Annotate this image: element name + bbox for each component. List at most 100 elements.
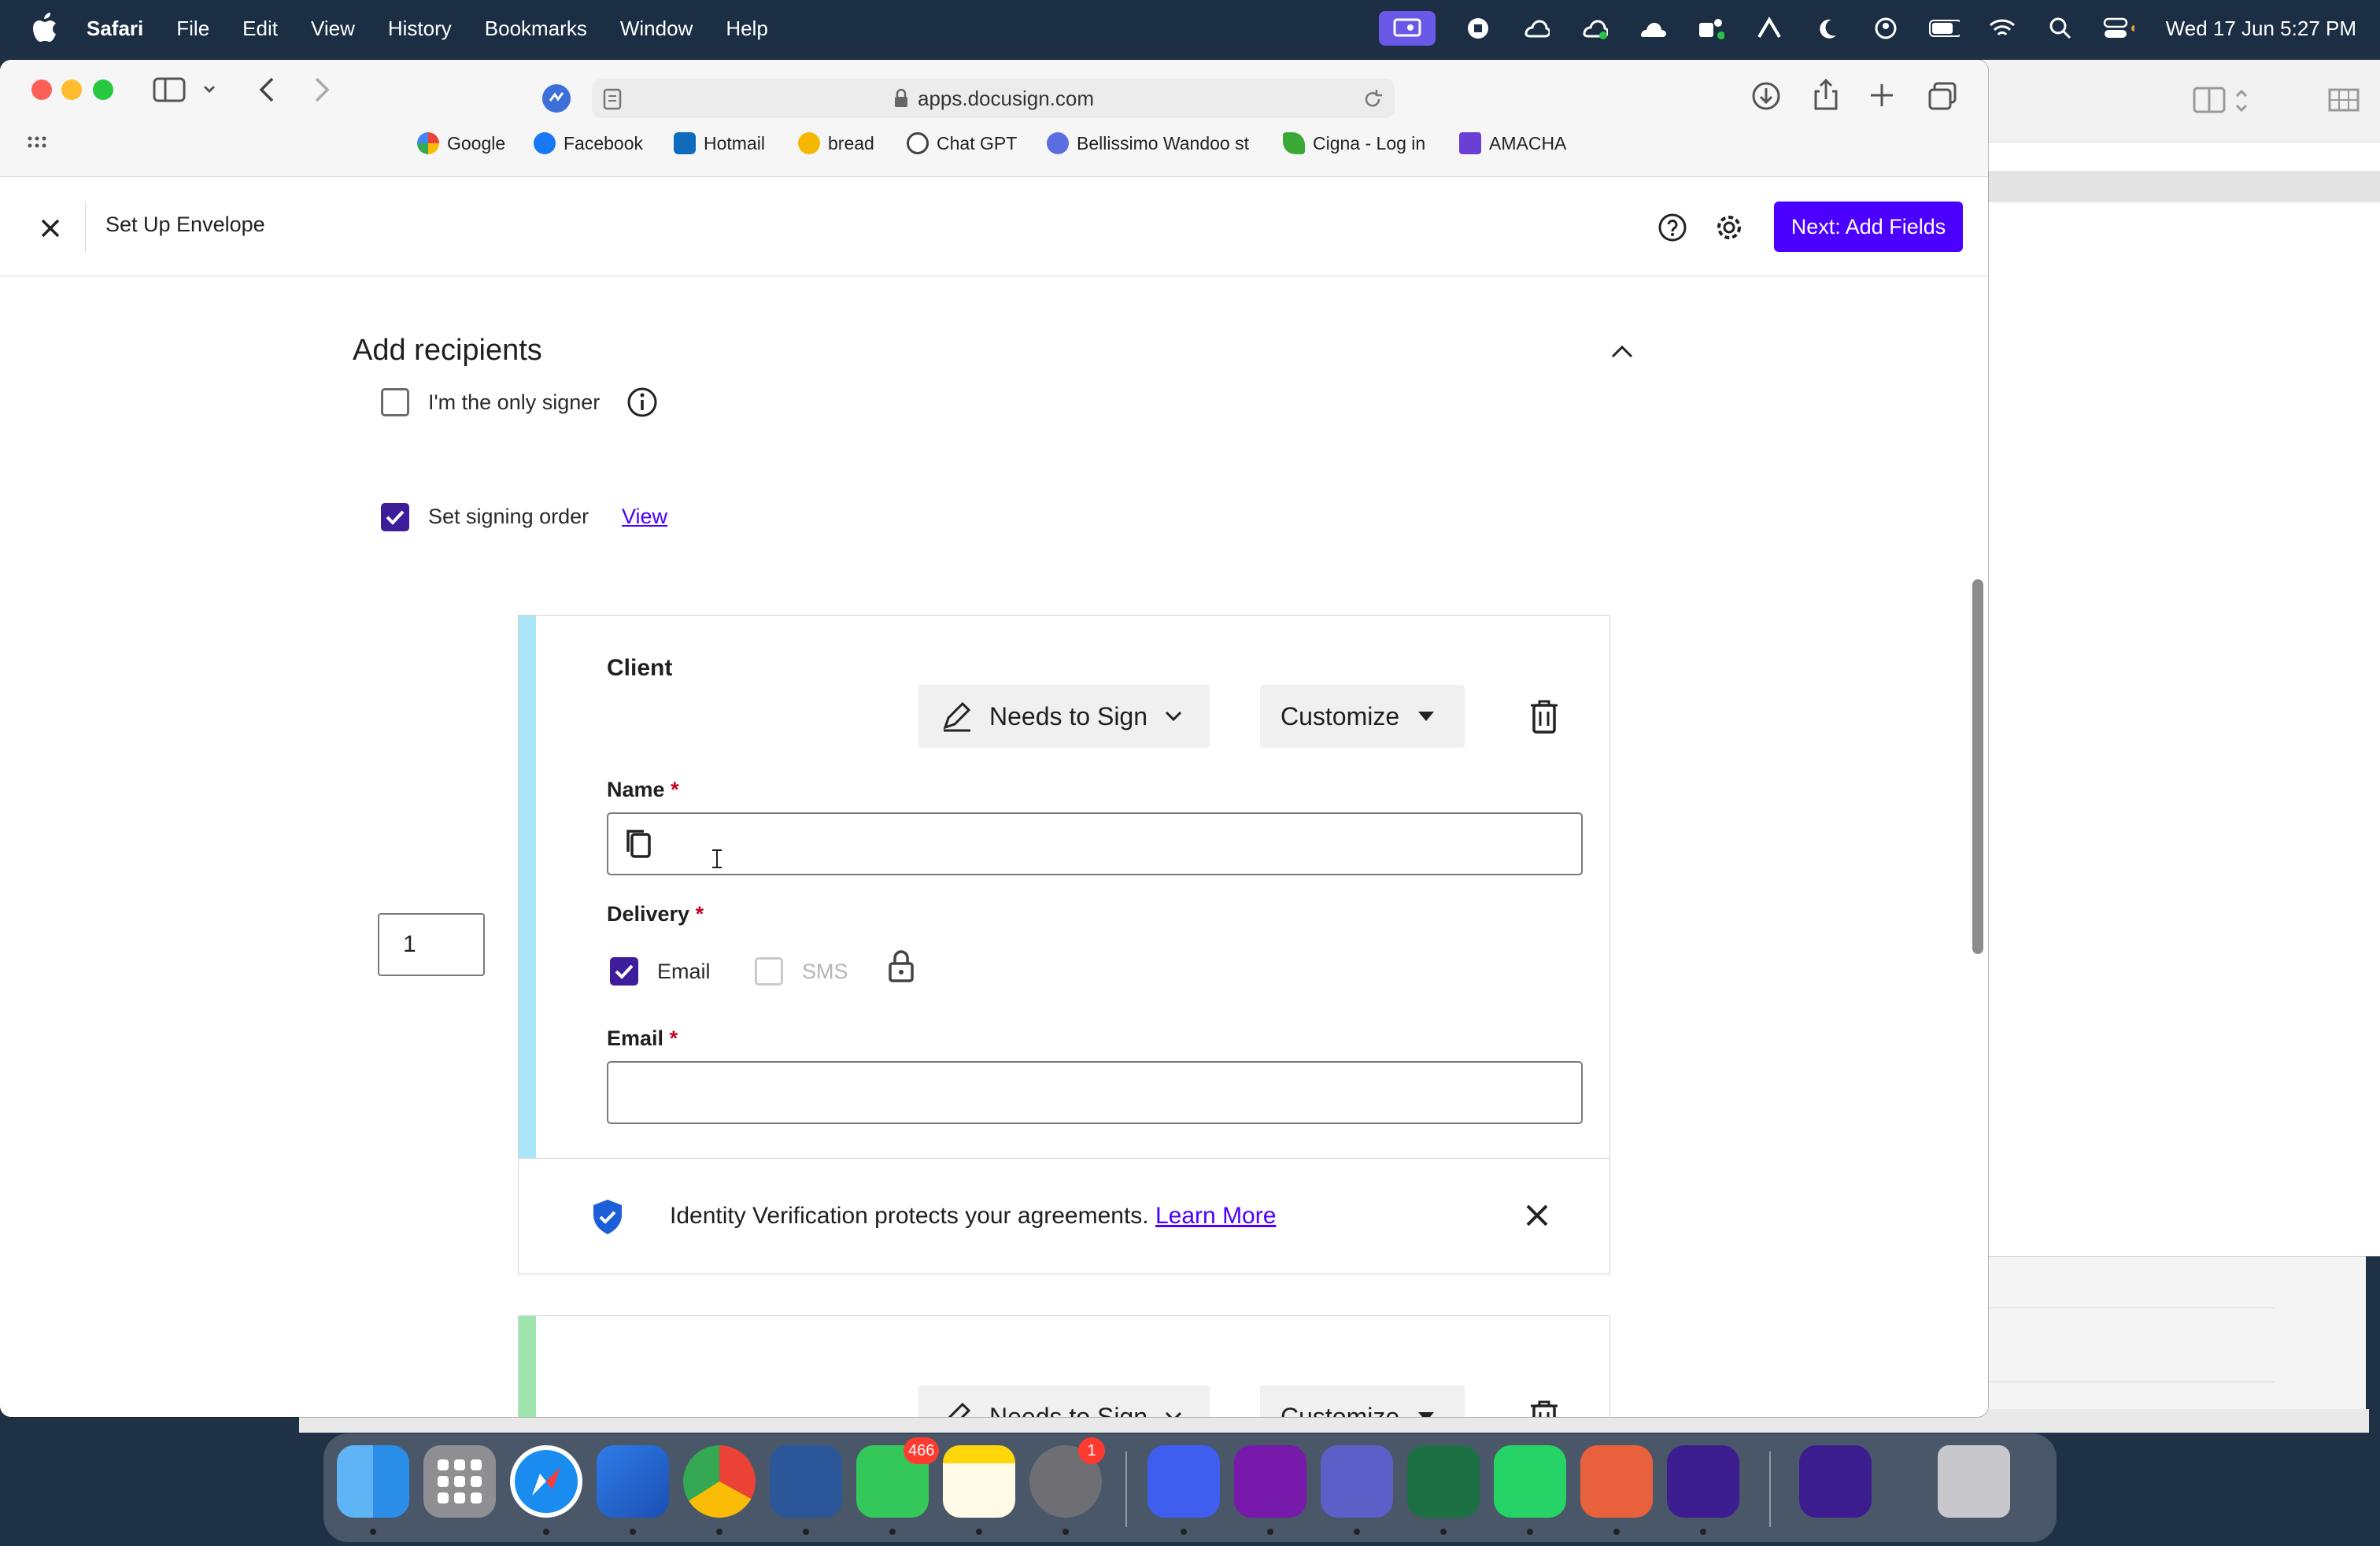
close-window-button[interactable] [31, 80, 52, 100]
action-dropdown-2[interactable]: Needs to Sign [918, 1385, 1210, 1417]
record-icon[interactable] [1462, 13, 1494, 44]
menu-history[interactable]: History [388, 17, 452, 41]
creative-cloud-icon[interactable] [1521, 13, 1552, 44]
contacts-book-icon[interactable] [626, 828, 652, 860]
trash-icon[interactable] [1529, 699, 1559, 734]
bread-icon [798, 132, 820, 154]
bookmark-amacha[interactable]: AMACHA [1459, 132, 1566, 154]
bookmark-facebook[interactable]: Facebook [534, 132, 643, 154]
user-account-icon[interactable] [1870, 13, 1901, 44]
nordvpn-app-icon[interactable] [1148, 1445, 1220, 1518]
trash-bin-icon[interactable] [1938, 1445, 2010, 1518]
view-signing-order-link[interactable]: View [622, 505, 667, 529]
trash-icon[interactable] [1529, 1400, 1559, 1417]
recent-app-icon[interactable] [1799, 1445, 1872, 1518]
close-banner-icon[interactable] [1524, 1203, 1550, 1228]
menu-app-name[interactable]: Safari [87, 17, 143, 41]
learn-more-link[interactable]: Learn More [1155, 1203, 1276, 1229]
cloud-sync-icon[interactable] [1579, 13, 1610, 44]
onenote-icon[interactable] [1234, 1445, 1306, 1518]
info-icon[interactable] [626, 386, 658, 418]
next-add-fields-button[interactable]: Next: Add Fields [1774, 202, 1963, 252]
finder-icon[interactable] [337, 1445, 409, 1518]
nordvpn-icon[interactable] [1754, 13, 1785, 44]
new-tab-icon[interactable] [1868, 82, 1895, 109]
delivery-sms-label: SMS [802, 960, 848, 983]
padlock-icon[interactable] [887, 949, 915, 984]
screen-share-icon[interactable] [1378, 11, 1436, 46]
onedrive-icon[interactable] [1637, 13, 1669, 44]
teams-icon[interactable] [1695, 13, 1727, 44]
battery-icon[interactable] [1928, 13, 1960, 44]
address-bar[interactable]: apps.docusign.com [592, 79, 1395, 118]
favorites-bar: Google Facebook Hotmail bread Chat GPT B… [0, 120, 1988, 177]
identity-banner-text: Identity Verification protects your agre… [670, 1203, 1277, 1229]
reader-view-icon[interactable] [603, 88, 622, 110]
minimize-window-button[interactable] [61, 80, 82, 100]
claude-icon[interactable] [1580, 1445, 1653, 1518]
teams-app-icon[interactable] [1321, 1445, 1393, 1518]
collapse-chevron-icon[interactable] [1610, 342, 1634, 360]
gear-icon[interactable] [1714, 213, 1744, 242]
apps-grid-icon[interactable] [27, 135, 47, 154]
only-signer-checkbox[interactable] [381, 388, 409, 416]
privacy-report-icon[interactable] [541, 83, 571, 113]
delivery-email-checkbox[interactable] [610, 957, 638, 986]
whatsapp-icon[interactable] [1494, 1445, 1566, 1518]
bookmark-cigna[interactable]: Cigna - Log in [1283, 132, 1425, 154]
signing-order-input[interactable]: 1 [378, 913, 485, 976]
bookmark-bread[interactable]: bread [798, 132, 874, 154]
checkmark-icon [615, 964, 634, 979]
menu-help[interactable]: Help [726, 17, 767, 41]
page-scrollbar[interactable] [1972, 579, 1983, 954]
email-field-label: Email * [607, 1026, 678, 1050]
zoom-window-button[interactable] [93, 80, 113, 100]
signing-order-checkbox[interactable] [381, 503, 409, 531]
safari-icon[interactable] [510, 1445, 582, 1518]
recipient-email-input[interactable] [607, 1061, 1583, 1124]
recipients-panel: Add recipients I'm the only signer Set s… [0, 276, 1988, 1417]
customize-dropdown[interactable]: Customize [1260, 685, 1465, 748]
bookmark-chatgpt[interactable]: Chat GPT [907, 132, 1017, 154]
menu-edit[interactable]: Edit [242, 17, 278, 41]
caret-down-icon [1418, 1412, 1435, 1417]
bookmark-bellissimo[interactable]: Bellissimo Wandoo st [1047, 132, 1249, 154]
forward-icon[interactable] [310, 76, 334, 104]
control-center-icon[interactable] [2103, 13, 2134, 44]
downloads-icon[interactable] [1750, 80, 1782, 112]
bookmark-hotmail[interactable]: Hotmail [674, 132, 765, 154]
background-window-toolbar [1975, 60, 2380, 142]
word-icon[interactable] [770, 1445, 842, 1518]
sidebar-toggle-icon[interactable] [153, 76, 224, 104]
menu-file[interactable]: File [176, 17, 209, 41]
recipient-name-input[interactable] [607, 812, 1583, 875]
customize-dropdown-2[interactable]: Customize [1260, 1385, 1465, 1417]
close-icon[interactable] [35, 213, 66, 244]
wifi-icon[interactable] [1986, 13, 2018, 44]
menu-bookmarks[interactable]: Bookmarks [485, 17, 587, 41]
chrome-icon[interactable] [683, 1445, 756, 1518]
messages-badge: 466 [904, 1437, 940, 1464]
google-icon [417, 132, 439, 154]
outlook-app-icon[interactable] [597, 1445, 669, 1518]
launchpad-icon[interactable] [423, 1445, 496, 1518]
settings-badge: 1 [1078, 1437, 1105, 1464]
recipient-color-stripe [519, 616, 536, 1159]
grammarly-app-icon[interactable] [1667, 1445, 1739, 1518]
focus-moon-icon[interactable] [1812, 13, 1843, 44]
menu-clock[interactable]: Wed 17 Jun 5:27 PM [2166, 17, 2356, 41]
back-icon[interactable] [255, 76, 279, 104]
excel-icon[interactable] [1407, 1445, 1480, 1518]
reload-icon[interactable] [1362, 88, 1384, 110]
bookmark-google[interactable]: Google [417, 132, 505, 154]
share-icon[interactable] [1812, 77, 1840, 112]
tab-overview-icon[interactable] [1927, 80, 1958, 112]
menu-view[interactable]: View [311, 17, 355, 41]
menu-window[interactable]: Window [620, 17, 693, 41]
apple-logo-icon[interactable] [31, 13, 58, 44]
action-dropdown[interactable]: Needs to Sign [918, 685, 1210, 748]
notes-icon[interactable] [943, 1445, 1015, 1518]
help-icon[interactable] [1658, 213, 1687, 242]
spotlight-search-icon[interactable] [2045, 13, 2076, 44]
chatgpt-icon [907, 132, 929, 154]
